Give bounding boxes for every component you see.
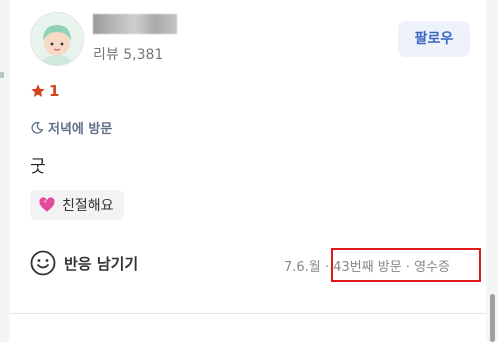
leave-reaction-button[interactable]: 반응 남기기 <box>30 250 138 276</box>
review-tag: 친절해요 <box>30 190 124 220</box>
review-tag-label: 친절해요 <box>62 198 114 214</box>
review-body: 굿 <box>30 157 46 177</box>
review-card: 리뷰 5,381 팔로우 1 저녁에 방문 굿 친절해요 반응 남기기 7.6.… <box>10 0 486 342</box>
reviewer-name-redacted[interactable] <box>93 14 177 34</box>
divider <box>10 313 486 314</box>
map-background-edge <box>0 72 4 78</box>
visit-time: 저녁에 방문 <box>30 118 112 137</box>
annotation-highlight-box <box>331 248 481 282</box>
star-icon <box>31 84 45 97</box>
smiley-icon <box>30 250 56 276</box>
scrollbar-thumb[interactable] <box>490 294 495 342</box>
moon-icon <box>31 121 44 134</box>
heart-emoji-icon <box>39 197 55 212</box>
visit-time-label: 저녁에 방문 <box>48 122 113 137</box>
avatar-icon <box>41 25 73 65</box>
rating: 1 <box>30 82 59 100</box>
reviewer-review-count: 리뷰 5,381 <box>93 47 164 63</box>
leave-reaction-label: 반응 남기기 <box>64 254 139 273</box>
follow-button[interactable]: 팔로우 <box>398 21 470 57</box>
rating-value: 1 <box>49 82 60 100</box>
reviewer-avatar[interactable] <box>30 12 84 66</box>
